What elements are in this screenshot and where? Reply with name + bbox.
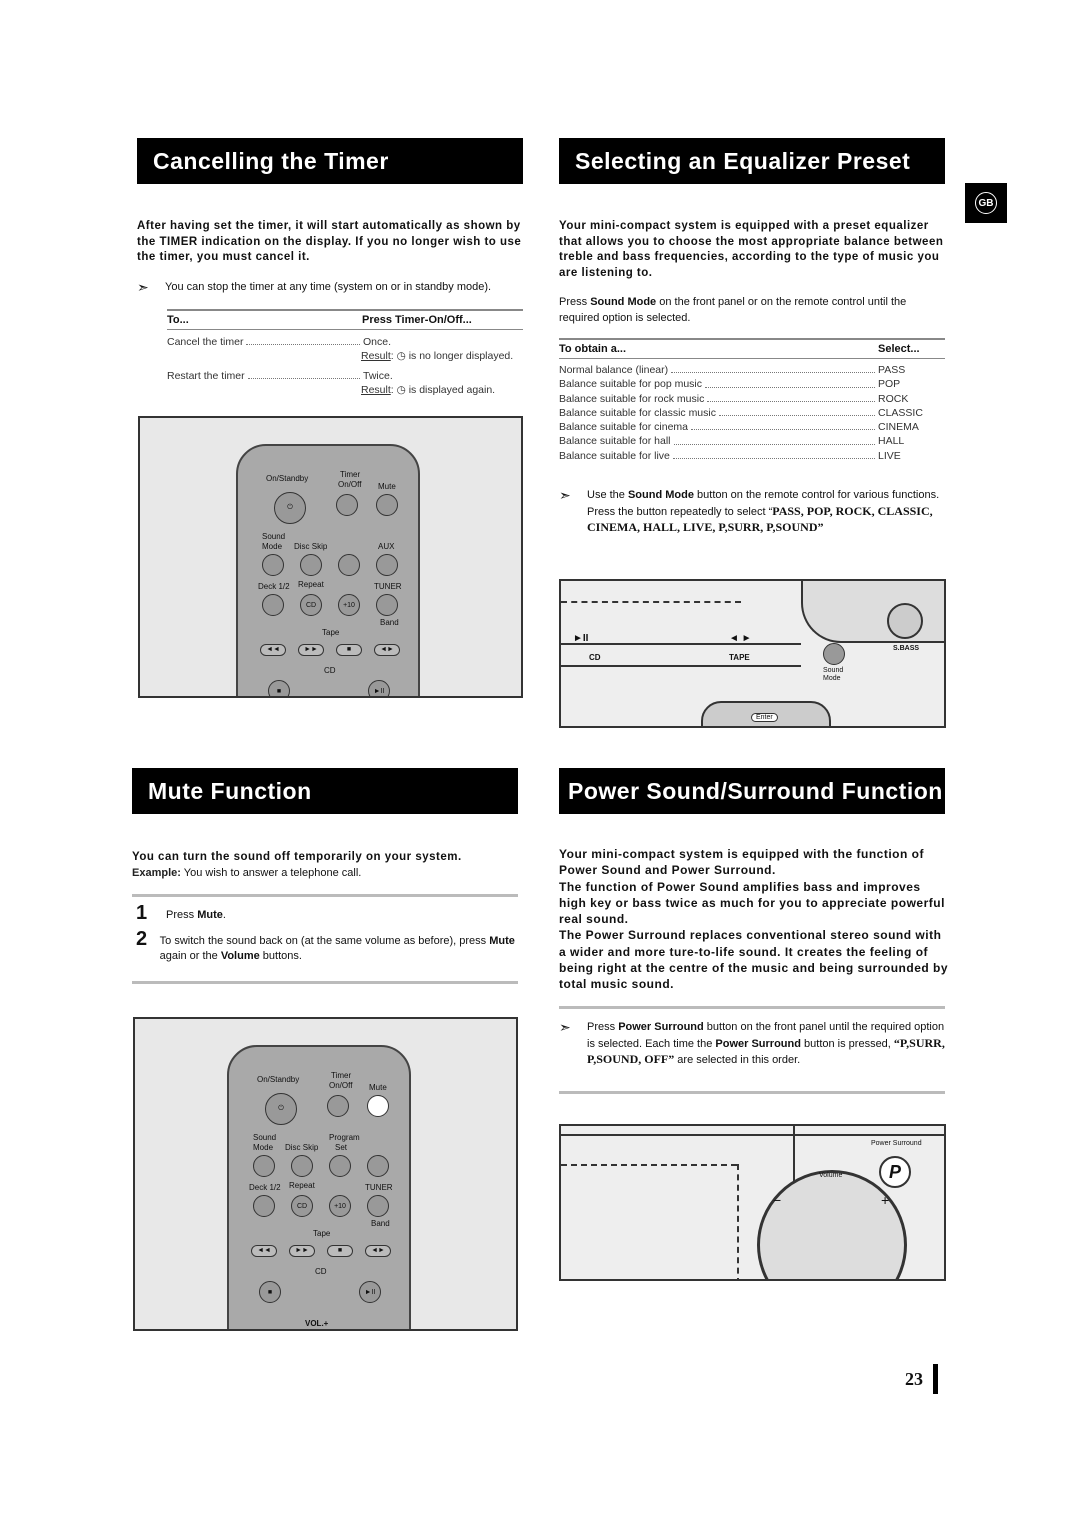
step-2: 2 To switch the sound back on (at the sam… (136, 927, 515, 963)
page-number: 23 (905, 1364, 938, 1394)
sound-mode-button (823, 643, 845, 665)
timer-intro: After having set the timer, it will star… (137, 220, 522, 263)
clock-icon: ◷ (396, 383, 406, 396)
remote-control: On/Standby Timer On/Off Mute ⏻ Sound Mod… (227, 1045, 411, 1329)
power-note: ➣ Press Power Surround button on the fron… (559, 1020, 945, 1069)
remote-illustration-mute: On/Standby Timer On/Off Mute ⏻ Sound Mod… (133, 1017, 518, 1331)
mute-button (376, 494, 398, 516)
arrow-icon: ➣ (559, 487, 571, 503)
power-surround-button: P (879, 1156, 911, 1188)
remote-control: On/Standby Timer On/Off Mute ⏻ Sound Mod… (236, 444, 420, 696)
power-intro: Your mini-compact system is equipped wit… (559, 847, 949, 992)
arrow-icon: ➣ (137, 279, 149, 295)
table-row: Balance suitable for cinema CINEMA (559, 421, 919, 434)
power-button: ⏻ (274, 492, 306, 524)
section-title-timer: Cancelling the Timer (137, 138, 523, 184)
clock-icon: ◷ (396, 350, 406, 363)
power-button: ⏻ (265, 1093, 297, 1125)
table-row: Normal balance (linear) PASS (559, 364, 906, 376)
mute-intro: You can turn the sound off temporarily o… (132, 851, 462, 879)
table-row: Cancel the timer Once. Result: ◷ is no lo… (167, 336, 514, 363)
equalizer-table: To obtain a... Select... Normal balance (… (559, 338, 945, 463)
arrow-icon: ➣ (559, 1019, 571, 1035)
section-title-mute: Mute Function (132, 768, 518, 814)
volume-knob (757, 1170, 907, 1279)
mute-button (367, 1095, 389, 1117)
step-1: 1 Press Mute. (136, 902, 226, 924)
timer-table: To... Press Timer-On/Off... Cancel the ti… (167, 309, 523, 397)
timer-note: ➣ You can stop the timer at any time (sys… (137, 279, 492, 295)
section-title-equalizer: Selecting an Equalizer Preset (559, 138, 945, 184)
section-title-power-surround: Power Sound/Surround Function (559, 768, 945, 814)
timer-button (336, 494, 358, 516)
front-panel-power-surround: Power Surround Volume − + P (559, 1124, 946, 1281)
table-row: Balance suitable for hall HALL (559, 435, 905, 448)
equalizer-instruction: Press Sound Mode on the front panel or o… (559, 296, 907, 324)
equalizer-intro: Your mini-compact system is equipped wit… (559, 220, 944, 279)
table-row: Balance suitable for classic music CLASSI… (559, 406, 923, 419)
table-row: Balance suitable for pop music POP (559, 378, 901, 391)
front-panel-sound-mode: ►II ◄ ► CD TAPE S.BASS Sound Mode Enter (559, 579, 946, 728)
remote-illustration-timer: On/Standby Timer On/Off Mute ⏻ Sound Mod… (138, 416, 523, 698)
table-row: Balance suitable for rock music ROCK (559, 392, 909, 405)
table-row: Restart the timer Twice. Result: ◷ is dis… (167, 369, 496, 396)
language-badge: GB (965, 183, 1007, 223)
mute-steps: 1 Press Mute. 2 To switch the sound back o… (136, 902, 516, 965)
table-row: Balance suitable for live LIVE (559, 449, 901, 462)
equalizer-note: ➣ Use the Sound Mode button on the remote… (559, 488, 945, 537)
